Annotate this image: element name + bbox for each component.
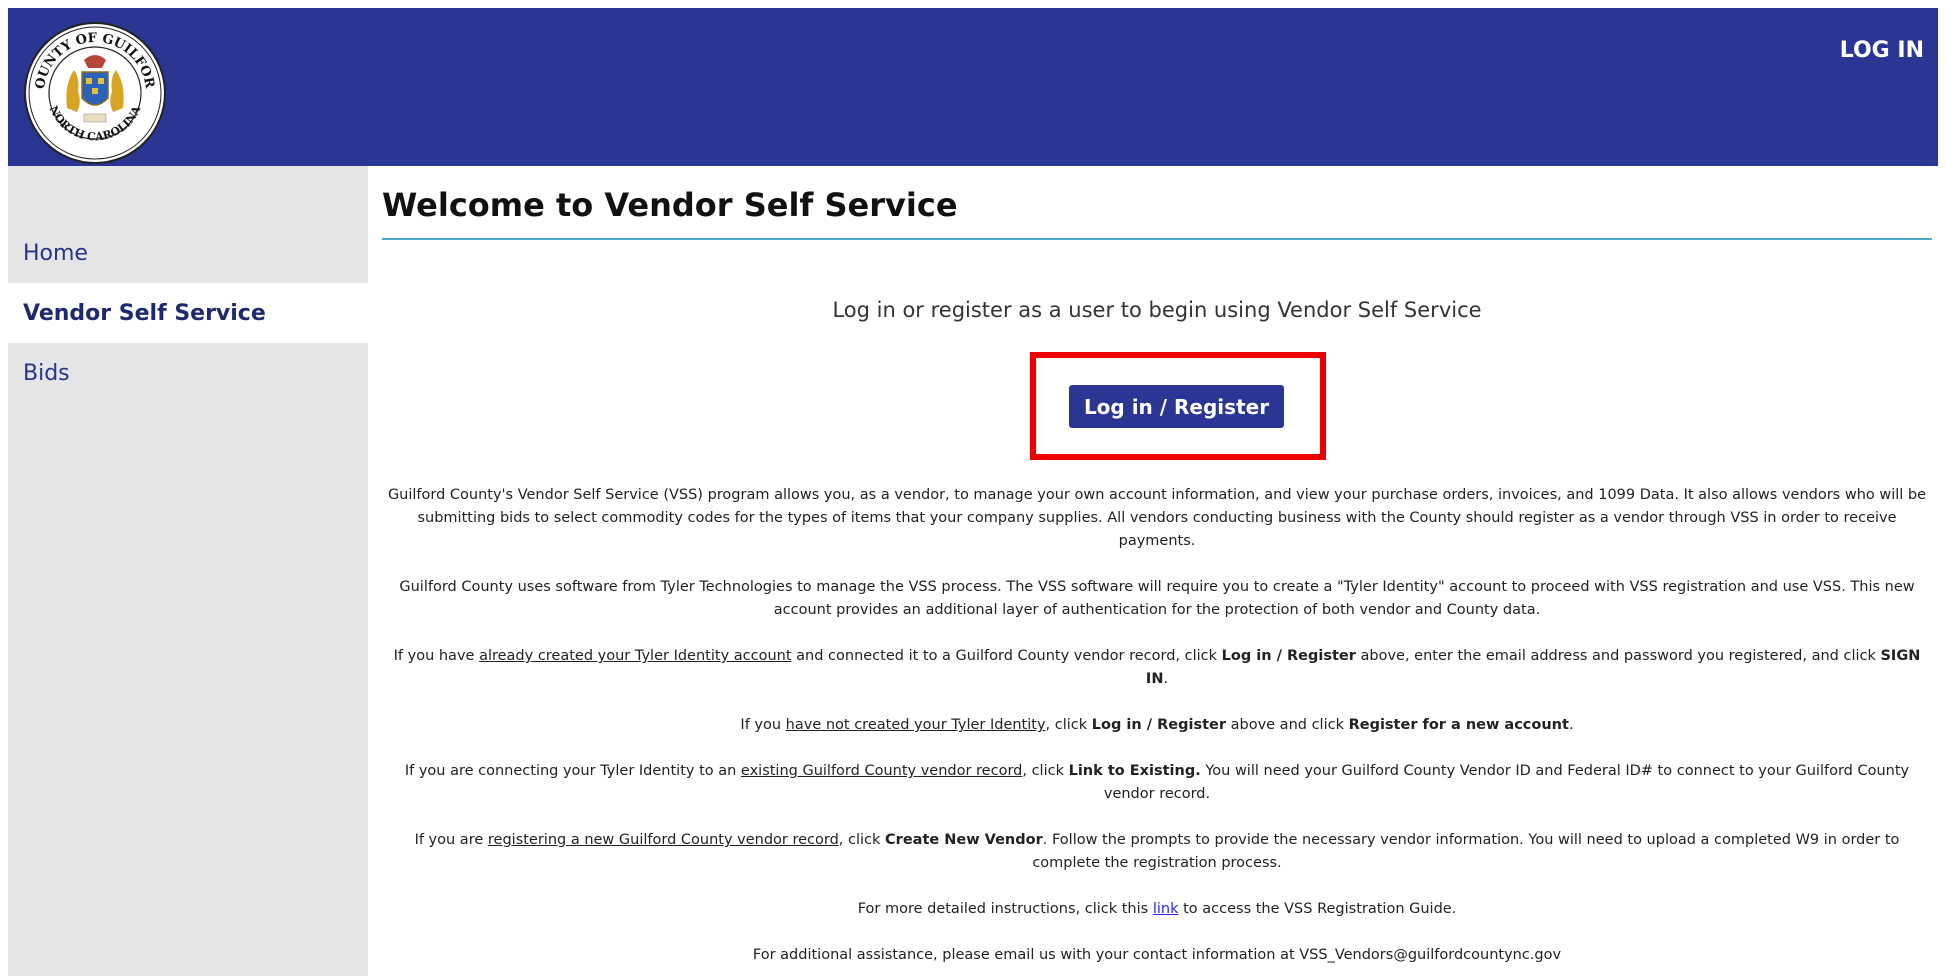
text-segment: above and click (1226, 717, 1349, 733)
underlined-text: registering a new Guilford County vendor… (487, 832, 839, 848)
intro-text: Log in or register as a user to begin us… (832, 298, 1482, 322)
bold-text: Log in / Register (1221, 648, 1356, 664)
login-link[interactable]: LOG IN (1840, 38, 1924, 63)
page-title: Welcome to Vendor Self Service (382, 186, 958, 224)
text-segment: , click (838, 832, 886, 848)
bold-text: Register for a new account (1348, 717, 1569, 733)
underlined-text: already created your Tyler Identity acco… (479, 648, 792, 664)
county-seal-logo[interactable]: COUNTY OF GUILFORD NORTH CAROLINA (16, 9, 168, 166)
text-segment: , click (1045, 717, 1092, 733)
paragraph-existing-account: If you have already created your Tyler I… (382, 645, 1932, 691)
text-segment: to access the VSS Registration Guide. (1178, 901, 1457, 917)
text-segment: above, enter the email address and passw… (1355, 648, 1881, 664)
text-segment: . (1163, 671, 1169, 687)
text-segment: If you are connecting your Tyler Identit… (404, 763, 741, 779)
text-segment: . (1568, 717, 1574, 733)
text-segment: If you have (393, 648, 480, 664)
header-bar: COUNTY OF GUILFORD NORTH CAROLINA LOG IN (8, 8, 1938, 166)
sidebar-item-vendor-self-service[interactable]: Vendor Self Service (8, 283, 368, 343)
underlined-text: existing Guilford County vendor record (740, 763, 1023, 779)
login-register-button[interactable]: Log in / Register (1069, 385, 1284, 428)
text-segment: For more detailed instructions, click th… (857, 901, 1153, 917)
text-segment: You will need your Guilford County Vendo… (1103, 763, 1910, 802)
text-segment: . Follow the prompts to provide the nece… (1032, 832, 1900, 871)
paragraph-new-vendor: If you are registering a new Guilford Co… (382, 829, 1932, 875)
sidebar-nav: Home Vendor Self Service Bids (8, 166, 368, 976)
paragraph-vss-overview: Guilford County's Vendor Self Service (V… (387, 487, 1927, 549)
paragraph-registration-guide: For more detailed instructions, click th… (382, 898, 1932, 921)
info-text: Guilford County's Vendor Self Service (V… (382, 484, 1932, 976)
bold-text: Log in / Register (1091, 717, 1226, 733)
text-segment: and connected it to a Guilford County ve… (791, 648, 1222, 664)
sidebar-item-home[interactable]: Home (8, 223, 368, 283)
paragraph-tyler-identity: Guilford County uses software from Tyler… (399, 579, 1915, 618)
paragraph-assistance: For additional assistance, please email … (752, 947, 1562, 963)
paragraph-link-existing: If you are connecting your Tyler Identit… (382, 760, 1932, 806)
bold-text: Link to Existing. (1068, 763, 1201, 779)
bold-text: Create New Vendor (885, 832, 1043, 848)
text-segment: If you (740, 717, 786, 733)
underlined-text: have not created your Tyler Identity (785, 717, 1046, 733)
registration-guide-link[interactable]: link (1153, 901, 1179, 917)
page: COUNTY OF GUILFORD NORTH CAROLINA LOG IN… (0, 0, 1946, 976)
text-segment: If you are (414, 832, 488, 848)
text-segment: , click (1022, 763, 1069, 779)
sidebar-item-bids[interactable]: Bids (8, 343, 368, 403)
paragraph-new-identity: If you have not created your Tyler Ident… (382, 714, 1932, 737)
title-divider (382, 238, 1932, 240)
